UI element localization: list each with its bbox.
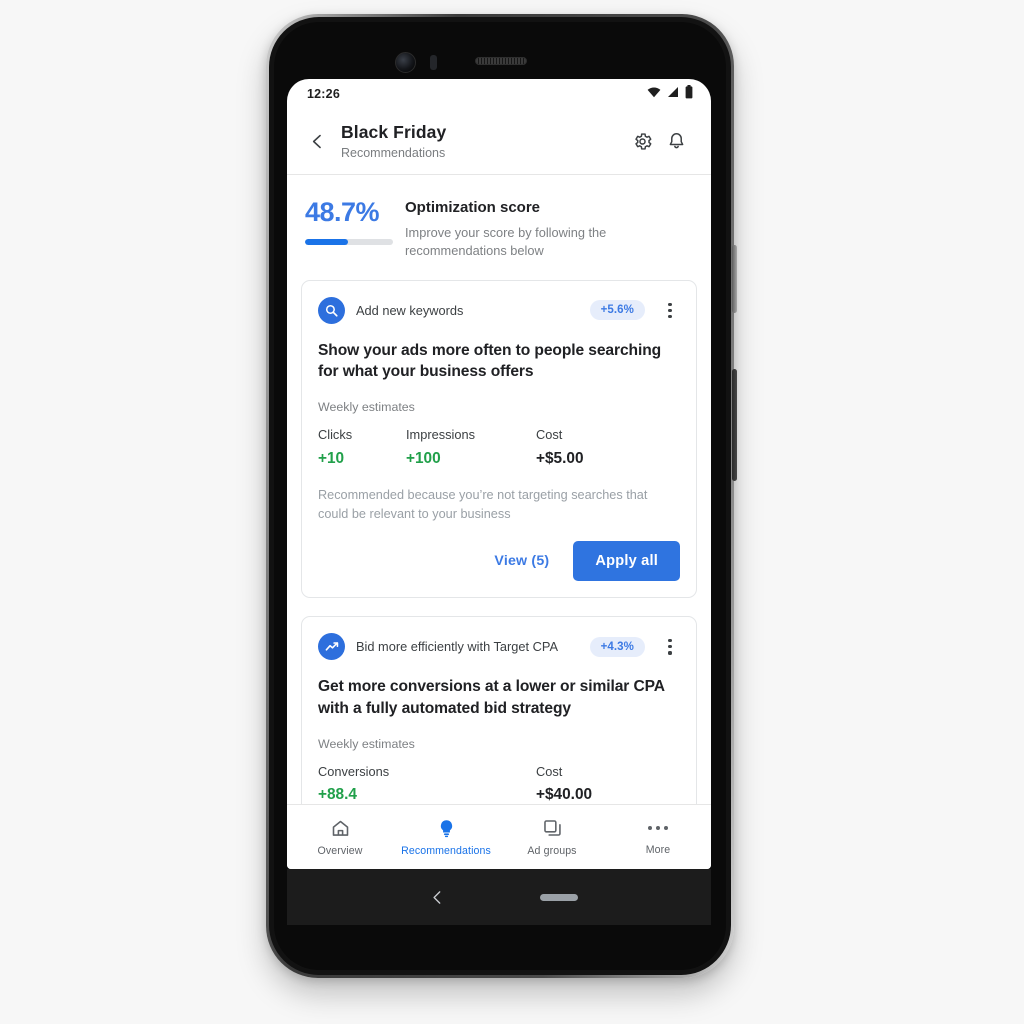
- nav-item-ad-groups[interactable]: Ad groups: [499, 818, 605, 857]
- stat-cost: Cost +$5.00: [536, 427, 584, 468]
- more-horizontal-icon: [648, 818, 668, 838]
- nav-item-more[interactable]: More: [605, 818, 711, 856]
- notifications-button[interactable]: [659, 125, 693, 159]
- optimization-score-heading: Optimization score: [405, 199, 541, 216]
- card-actions: View (5) Apply all: [318, 541, 680, 582]
- card-header: Bid more efficiently with Target CPA +4.…: [318, 633, 680, 661]
- proximity-sensor-icon: [430, 55, 437, 70]
- home-pill-indicator[interactable]: [540, 893, 578, 901]
- cellular-signal-icon: [667, 85, 679, 103]
- trending-up-icon: [318, 633, 345, 661]
- volume-rocker-button[interactable]: [732, 369, 737, 481]
- optimization-score-progress: [305, 239, 393, 245]
- optimization-score-meter: 48.7%: [305, 197, 405, 260]
- stat-value: +88.4: [318, 786, 357, 804]
- card-stats-row: Clicks +10 Impressions +100 Cost +$5.00: [318, 427, 680, 468]
- stat-clicks: Clicks +10: [318, 427, 406, 468]
- bell-icon: [669, 133, 683, 149]
- phone-bezel: 12:26 Black Friday Recommendations 48.7%…: [274, 22, 726, 970]
- nav-label: More: [645, 844, 671, 856]
- bottom-navigation: Overview Recommendations Ad groups More: [287, 804, 711, 869]
- status-bar: 12:26: [287, 79, 711, 109]
- card-score-badge: +5.6%: [589, 300, 645, 321]
- card-estimates-label: Weekly estimates: [318, 736, 415, 751]
- status-bar-time: 12:26: [307, 87, 340, 101]
- recommendation-card[interactable]: Add new keywords +5.6% Show your ads mor…: [301, 279, 697, 599]
- stat-label: Cost: [536, 427, 563, 443]
- page-title: Black Friday: [341, 122, 447, 143]
- stat-cost: Cost +$40.00: [536, 764, 592, 804]
- recommendation-card[interactable]: Bid more efficiently with Target CPA +4.…: [301, 616, 697, 804]
- card-type-label: Bid more efficiently with Target CPA: [356, 639, 558, 655]
- phone-body: 12:26 Black Friday Recommendations 48.7%…: [269, 17, 737, 975]
- phone-device-frame: 12:26 Black Friday Recommendations 48.7%…: [266, 14, 737, 978]
- stat-label: Cost: [536, 763, 563, 779]
- front-camera-icon: [395, 52, 416, 73]
- card-score-badge: +4.3%: [589, 636, 645, 657]
- chevron-left-icon: [312, 134, 321, 149]
- battery-icon: [685, 84, 693, 104]
- optimization-score-description: Improve your score by following the reco…: [405, 224, 607, 258]
- stat-conversions: Conversions +88.4: [318, 764, 536, 804]
- nav-label: Overview: [317, 844, 363, 857]
- nav-item-overview[interactable]: Overview: [287, 818, 393, 857]
- back-button[interactable]: [301, 126, 333, 158]
- optimization-score-progress-fill: [305, 239, 348, 245]
- stat-value: +$40.00: [536, 786, 593, 804]
- status-bar-icons: [647, 84, 693, 104]
- card-headline: Show your ads more often to people searc…: [318, 341, 662, 381]
- stat-label: Impressions: [406, 427, 475, 443]
- lightbulb-icon: [440, 819, 452, 837]
- card-stats-row: Conversions +88.4 Cost +$40.00: [318, 764, 680, 804]
- power-button[interactable]: [732, 245, 737, 313]
- view-button[interactable]: View (5): [480, 544, 563, 578]
- search-icon: [318, 296, 345, 324]
- home-icon: [332, 820, 348, 836]
- phone-screen: 12:26 Black Friday Recommendations 48.7%…: [287, 79, 711, 869]
- earpiece-speaker-icon: [475, 57, 527, 65]
- android-system-navigation-bar: [287, 869, 711, 925]
- card-headline: Get more conversions at a lower or simil…: [318, 678, 665, 717]
- stat-impressions: Impressions +100: [406, 427, 536, 468]
- stat-value: +10: [318, 449, 345, 467]
- gear-icon: [634, 133, 651, 150]
- stat-value: +100: [406, 449, 441, 467]
- layers-icon: [543, 819, 561, 836]
- stat-label: Conversions: [318, 763, 390, 779]
- settings-button[interactable]: [625, 125, 659, 159]
- chevron-left-icon: [432, 890, 440, 904]
- card-reason: Recommended because you’re not targeting…: [318, 488, 648, 521]
- optimization-score-text: Optimization score Improve your score by…: [405, 197, 693, 260]
- card-type-label: Add new keywords: [356, 302, 464, 318]
- nav-label: Recommendations: [401, 844, 491, 857]
- app-bar: Black Friday Recommendations: [287, 109, 711, 175]
- more-vertical-icon[interactable]: [656, 639, 680, 655]
- system-back-button[interactable]: [420, 880, 454, 914]
- apply-all-button[interactable]: Apply all: [573, 541, 680, 582]
- wifi-icon: [647, 85, 661, 103]
- card-estimates-label: Weekly estimates: [318, 400, 415, 415]
- nav-item-recommendations[interactable]: Recommendations: [393, 818, 499, 857]
- nav-label: Ad groups: [527, 844, 577, 857]
- stat-label: Clicks: [318, 427, 353, 443]
- optimization-score-section: 48.7% Optimization score Improve your sc…: [301, 175, 697, 280]
- page-subtitle: Recommendations: [341, 145, 446, 160]
- more-vertical-icon[interactable]: [656, 302, 680, 319]
- optimization-score-value: 48.7%: [305, 197, 380, 227]
- recommendations-content: 48.7% Optimization score Improve your sc…: [287, 175, 711, 804]
- card-header: Add new keywords +5.6%: [318, 296, 680, 324]
- stat-value: +$5.00: [536, 449, 584, 467]
- app-bar-titles: Black Friday Recommendations: [341, 122, 625, 161]
